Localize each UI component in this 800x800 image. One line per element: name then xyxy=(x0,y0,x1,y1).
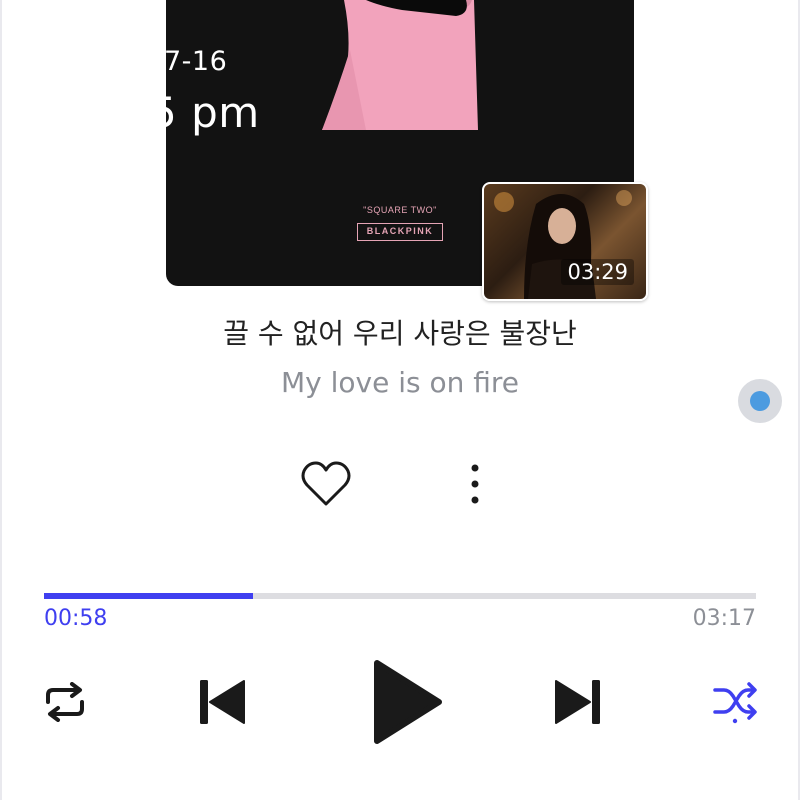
frame-edge-left xyxy=(0,0,2,800)
elapsed-time: 00:58 xyxy=(44,606,108,631)
next-button[interactable] xyxy=(548,670,608,734)
previous-button[interactable] xyxy=(192,670,252,734)
artist-logo: BLACKPINK xyxy=(357,223,443,241)
total-time: 03:17 xyxy=(692,606,756,631)
like-button[interactable] xyxy=(298,456,354,512)
skip-next-icon xyxy=(555,680,600,724)
shuffle-button[interactable] xyxy=(710,676,760,726)
album-subtitle: "SQUARE TWO" xyxy=(363,205,437,215)
play-icon xyxy=(374,660,442,744)
shuffle-icon xyxy=(713,682,757,724)
skip-previous-icon xyxy=(200,680,245,724)
repeat-button[interactable] xyxy=(40,680,90,724)
play-button[interactable] xyxy=(362,652,450,752)
heart-outline-icon xyxy=(301,461,351,506)
date-overlay: 7-16 xyxy=(164,46,228,77)
floating-assist-dot xyxy=(750,391,770,411)
video-preview[interactable]: 03:29 xyxy=(482,182,648,301)
more-vertical-icon xyxy=(471,464,479,504)
time-overlay: 5 pm xyxy=(150,88,260,137)
video-duration: 03:29 xyxy=(561,259,634,285)
progress-bar[interactable] xyxy=(44,593,756,599)
repeat-icon xyxy=(46,682,84,722)
more-options-button[interactable] xyxy=(455,456,495,512)
progress-fill xyxy=(44,593,254,599)
lyric-line-english: My love is on fire xyxy=(280,366,520,399)
lyric-line-korean: 끌 수 없어 우리 사랑은 불장난 xyxy=(223,317,577,350)
floating-assist-button[interactable] xyxy=(738,379,782,423)
